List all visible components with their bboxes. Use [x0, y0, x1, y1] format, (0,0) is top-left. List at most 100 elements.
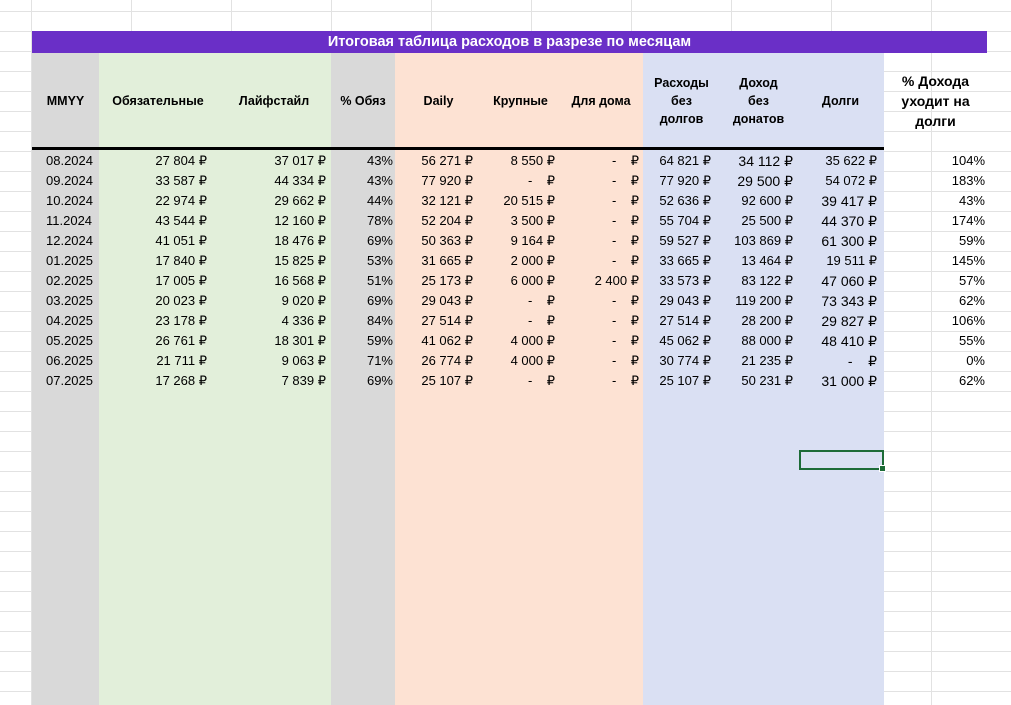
cell-daily[interactable]: 77 920 ₽ [395, 171, 473, 191]
cell-large[interactable]: 2 000 ₽ [482, 251, 555, 271]
cell-mandatory[interactable]: 33 587 ₽ [99, 171, 207, 191]
header-large[interactable]: Крупные [482, 53, 559, 149]
cell-debts[interactable]: 44 370 ₽ [797, 211, 877, 231]
header-daily[interactable]: Daily [395, 53, 482, 149]
fill-handle[interactable] [879, 465, 886, 472]
header-debts[interactable]: Долги [797, 53, 884, 149]
cell-expenses-without-debts[interactable]: 30 774 ₽ [643, 351, 711, 371]
header-lifestyle[interactable]: Лайфстайл [217, 53, 331, 149]
cell-income-without-donations[interactable]: 119 200 ₽ [720, 291, 793, 311]
cell-expenses-without-debts[interactable]: 45 062 ₽ [643, 331, 711, 351]
cell-large[interactable]: - ₽ [482, 291, 555, 311]
cell-mmyy[interactable]: 01.2025 [32, 251, 97, 271]
selected-cell[interactable] [799, 450, 886, 472]
cell-for-home[interactable]: - ₽ [559, 171, 639, 191]
cell-lifestyle[interactable]: 18 301 ₽ [217, 331, 326, 351]
cell-expenses-without-debts[interactable]: 64 821 ₽ [643, 151, 711, 171]
cell-mandatory[interactable]: 17 268 ₽ [99, 371, 207, 391]
cell-daily[interactable]: 41 062 ₽ [395, 331, 473, 351]
cell-expenses-without-debts[interactable]: 77 920 ₽ [643, 171, 711, 191]
cell-large[interactable]: 8 550 ₽ [482, 151, 555, 171]
cell-debts[interactable]: 47 060 ₽ [797, 271, 877, 291]
cell-lifestyle[interactable]: 15 825 ₽ [217, 251, 326, 271]
cell-income-to-debts-percent[interactable]: 106% [884, 311, 985, 331]
cell-income-without-donations[interactable]: 103 869 ₽ [720, 231, 793, 251]
cell-mandatory[interactable]: 41 051 ₽ [99, 231, 207, 251]
cell-income-without-donations[interactable]: 25 500 ₽ [720, 211, 793, 231]
cell-income-to-debts-percent[interactable]: 57% [884, 271, 985, 291]
cell-large[interactable]: 20 515 ₽ [482, 191, 555, 211]
cell-income-without-donations[interactable]: 83 122 ₽ [720, 271, 793, 291]
cell-debts[interactable]: 54 072 ₽ [797, 171, 877, 191]
cell-mmyy[interactable]: 12.2024 [32, 231, 97, 251]
cell-mandatory[interactable]: 21 711 ₽ [99, 351, 207, 371]
cell-percent-mandatory[interactable]: 69% [331, 231, 393, 251]
cell-income-to-debts-percent[interactable]: 104% [884, 151, 985, 171]
cell-lifestyle[interactable]: 29 662 ₽ [217, 191, 326, 211]
cell-mmyy[interactable]: 02.2025 [32, 271, 97, 291]
cell-daily[interactable]: 29 043 ₽ [395, 291, 473, 311]
header-percent-mandatory[interactable]: % Обяз [331, 53, 395, 149]
cell-mmyy[interactable]: 07.2025 [32, 371, 97, 391]
cell-for-home[interactable]: 2 400 ₽ [559, 271, 639, 291]
cell-daily[interactable]: 56 271 ₽ [395, 151, 473, 171]
cell-mmyy[interactable]: 10.2024 [32, 191, 97, 211]
cell-daily[interactable]: 32 121 ₽ [395, 191, 473, 211]
cell-daily[interactable]: 25 107 ₽ [395, 371, 473, 391]
cell-mandatory[interactable]: 43 544 ₽ [99, 211, 207, 231]
cell-expenses-without-debts[interactable]: 59 527 ₽ [643, 231, 711, 251]
cell-for-home[interactable]: - ₽ [559, 371, 639, 391]
header-income-to-debts-percent[interactable]: % Дохода уходит на долги [884, 53, 987, 149]
cell-mandatory[interactable]: 20 023 ₽ [99, 291, 207, 311]
cell-mandatory[interactable]: 26 761 ₽ [99, 331, 207, 351]
cell-income-to-debts-percent[interactable]: 43% [884, 191, 985, 211]
cell-daily[interactable]: 31 665 ₽ [395, 251, 473, 271]
cell-mandatory[interactable]: 17 840 ₽ [99, 251, 207, 271]
cell-for-home[interactable]: - ₽ [559, 211, 639, 231]
cell-daily[interactable]: 25 173 ₽ [395, 271, 473, 291]
cell-debts[interactable]: 48 410 ₽ [797, 331, 877, 351]
cell-income-without-donations[interactable]: 88 000 ₽ [720, 331, 793, 351]
cell-daily[interactable]: 50 363 ₽ [395, 231, 473, 251]
cell-income-without-donations[interactable]: 92 600 ₽ [720, 191, 793, 211]
cell-income-without-donations[interactable]: 34 112 ₽ [720, 151, 793, 171]
cell-income-to-debts-percent[interactable]: 145% [884, 251, 985, 271]
cell-mmyy[interactable]: 03.2025 [32, 291, 97, 311]
cell-for-home[interactable]: - ₽ [559, 151, 639, 171]
cell-lifestyle[interactable]: 12 160 ₽ [217, 211, 326, 231]
cell-mmyy[interactable]: 06.2025 [32, 351, 97, 371]
cell-large[interactable]: 4 000 ₽ [482, 351, 555, 371]
cell-debts[interactable]: 73 343 ₽ [797, 291, 877, 311]
cell-expenses-without-debts[interactable]: 55 704 ₽ [643, 211, 711, 231]
cell-for-home[interactable]: - ₽ [559, 231, 639, 251]
cell-percent-mandatory[interactable]: 71% [331, 351, 393, 371]
cell-mmyy[interactable]: 11.2024 [32, 211, 97, 231]
cell-mandatory[interactable]: 22 974 ₽ [99, 191, 207, 211]
cell-daily[interactable]: 27 514 ₽ [395, 311, 473, 331]
cell-income-without-donations[interactable]: 29 500 ₽ [720, 171, 793, 191]
cell-percent-mandatory[interactable]: 78% [331, 211, 393, 231]
cell-for-home[interactable]: - ₽ [559, 251, 639, 271]
cell-income-to-debts-percent[interactable]: 62% [884, 291, 985, 311]
cell-expenses-without-debts[interactable]: 27 514 ₽ [643, 311, 711, 331]
cell-income-to-debts-percent[interactable]: 59% [884, 231, 985, 251]
cell-large[interactable]: - ₽ [482, 311, 555, 331]
cell-debts[interactable]: 35 622 ₽ [797, 151, 877, 171]
cell-large[interactable]: 4 000 ₽ [482, 331, 555, 351]
cell-mandatory[interactable]: 17 005 ₽ [99, 271, 207, 291]
cell-debts[interactable]: - ₽ [797, 351, 877, 371]
cell-percent-mandatory[interactable]: 53% [331, 251, 393, 271]
cell-expenses-without-debts[interactable]: 33 573 ₽ [643, 271, 711, 291]
cell-mmyy[interactable]: 05.2025 [32, 331, 97, 351]
header-for-home[interactable]: Для дома [559, 53, 643, 149]
cell-percent-mandatory[interactable]: 43% [331, 171, 393, 191]
cell-lifestyle[interactable]: 44 334 ₽ [217, 171, 326, 191]
cell-large[interactable]: - ₽ [482, 171, 555, 191]
header-expenses-without-debts[interactable]: Расходы без долгов [643, 53, 720, 149]
cell-lifestyle[interactable]: 37 017 ₽ [217, 151, 326, 171]
cell-income-to-debts-percent[interactable]: 62% [884, 371, 985, 391]
cell-income-without-donations[interactable]: 28 200 ₽ [720, 311, 793, 331]
header-mandatory[interactable]: Обязательные [99, 53, 217, 149]
cell-debts[interactable]: 31 000 ₽ [797, 371, 877, 391]
cell-income-to-debts-percent[interactable]: 183% [884, 171, 985, 191]
